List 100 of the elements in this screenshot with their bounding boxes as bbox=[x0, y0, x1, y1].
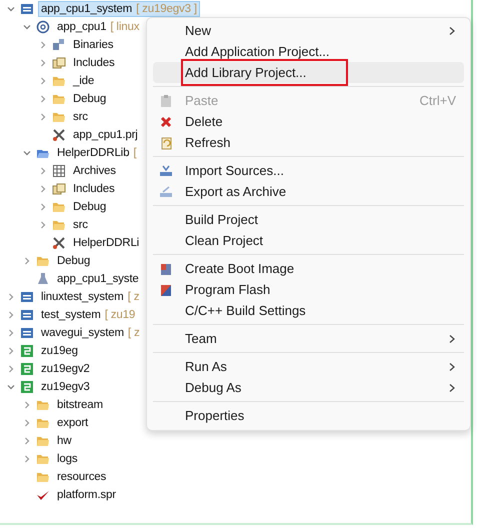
chevron-right-icon[interactable] bbox=[38, 58, 48, 68]
chevron-right-icon[interactable] bbox=[6, 310, 16, 320]
folder-icon bbox=[36, 452, 50, 466]
chevron-right-icon[interactable] bbox=[6, 346, 16, 356]
chevron-right-icon[interactable] bbox=[38, 76, 48, 86]
tree-item[interactable]: app_cpu1 [ linux bbox=[54, 19, 142, 35]
chevron-down-icon[interactable] bbox=[6, 382, 16, 392]
folder-icon bbox=[52, 110, 66, 124]
chevron-right-icon[interactable] bbox=[6, 292, 16, 302]
platform-icon bbox=[20, 344, 34, 358]
system-icon bbox=[20, 308, 34, 322]
includes-icon bbox=[52, 182, 66, 196]
platform-icon bbox=[20, 362, 34, 376]
folder-icon bbox=[36, 416, 50, 430]
tree-item[interactable]: app_cpu1_system [ zu19egv3 ] bbox=[38, 1, 200, 17]
tree-item[interactable]: Includes bbox=[70, 55, 118, 71]
tree-item[interactable]: zu19egv2 bbox=[38, 361, 93, 377]
folder-icon bbox=[52, 74, 66, 88]
tree-item[interactable]: Binaries bbox=[70, 37, 116, 53]
folder-icon bbox=[36, 398, 50, 412]
chevron-right-icon[interactable] bbox=[38, 94, 48, 104]
chevron-right-icon[interactable] bbox=[22, 400, 32, 410]
tree-item[interactable]: src bbox=[70, 217, 91, 233]
binaries-icon bbox=[52, 38, 66, 52]
chevron-right-icon[interactable] bbox=[38, 166, 48, 176]
tree-item[interactable]: app_cpu1_syste bbox=[54, 271, 142, 287]
chevron-right-icon[interactable] bbox=[6, 364, 16, 374]
chevron-down-icon[interactable] bbox=[22, 148, 32, 158]
shortcut-text: Ctrl+V bbox=[420, 93, 456, 108]
flash-icon bbox=[159, 282, 173, 296]
clipboard-icon bbox=[159, 94, 173, 108]
import-icon bbox=[159, 164, 173, 178]
system-icon bbox=[20, 290, 34, 304]
folder-icon bbox=[36, 254, 50, 268]
menu-item[interactable]: Program Flash bbox=[153, 279, 464, 300]
tree-item[interactable]: export bbox=[54, 415, 92, 431]
tree-item[interactable]: src bbox=[70, 109, 91, 125]
tree-item[interactable]: platform.spr bbox=[54, 487, 119, 503]
menu-item[interactable]: Debug As bbox=[153, 377, 464, 398]
tree-item[interactable]: _ide bbox=[70, 73, 98, 89]
tree-item[interactable]: wavegui_system [ z bbox=[38, 325, 143, 341]
menu-item[interactable]: Import Sources... bbox=[153, 160, 464, 181]
menu-item[interactable]: Clean Project bbox=[153, 230, 464, 251]
menu-item[interactable]: Delete bbox=[153, 111, 464, 132]
chevron-right-icon[interactable] bbox=[38, 202, 48, 212]
menu-item[interactable]: Run As bbox=[153, 356, 464, 377]
chevron-down-icon[interactable] bbox=[22, 22, 32, 32]
platform-icon bbox=[20, 380, 34, 394]
chevron-right-icon[interactable] bbox=[6, 328, 16, 338]
chevron-right-icon[interactable] bbox=[38, 184, 48, 194]
tree-item[interactable]: Archives bbox=[70, 163, 119, 179]
menu-item[interactable]: Add Application Project... bbox=[153, 41, 464, 62]
boot-image-icon bbox=[159, 262, 173, 276]
tree-item[interactable]: zu19eg bbox=[38, 343, 81, 359]
tree-item[interactable]: test_system [ zu19 bbox=[38, 307, 138, 323]
includes-icon bbox=[52, 56, 66, 70]
system-icon bbox=[20, 326, 34, 340]
tree-item[interactable]: HelperDDRLi bbox=[70, 235, 142, 251]
menu-item[interactable]: C/C++ Build Settings bbox=[153, 300, 464, 321]
menu-item[interactable]: Add Library Project... bbox=[153, 62, 464, 83]
folder-icon bbox=[52, 218, 66, 232]
chevron-right-icon[interactable] bbox=[22, 436, 32, 446]
tree-item[interactable]: hw bbox=[54, 433, 74, 449]
tree-item[interactable]: logs bbox=[54, 451, 80, 467]
delete-icon bbox=[159, 114, 173, 128]
menu-item[interactable]: Properties bbox=[153, 405, 464, 426]
flask-icon bbox=[36, 272, 50, 286]
refresh-icon bbox=[159, 136, 173, 150]
menu-item[interactable]: New bbox=[153, 20, 464, 41]
archives-icon bbox=[52, 164, 66, 178]
menu-item[interactable]: Build Project bbox=[153, 209, 464, 230]
tree-item[interactable]: Debug bbox=[70, 199, 110, 215]
app-icon bbox=[36, 20, 50, 34]
chevron-down-icon[interactable] bbox=[6, 4, 16, 14]
tree-item[interactable]: zu19egv3 bbox=[38, 379, 93, 395]
chevron-right-icon[interactable] bbox=[22, 418, 32, 428]
menu-item[interactable]: Create Boot Image bbox=[153, 258, 464, 279]
tree-item[interactable]: HelperDDRLib [ bbox=[54, 145, 140, 161]
tool-file-icon bbox=[52, 236, 66, 250]
menu-item[interactable]: Team bbox=[153, 328, 464, 349]
tree-item[interactable]: linuxtest_system [ z bbox=[38, 289, 142, 305]
tree-item[interactable]: app_cpu1.prj bbox=[70, 127, 141, 143]
chevron-right-icon[interactable] bbox=[38, 220, 48, 230]
folder-icon bbox=[36, 434, 50, 448]
tool-file-icon bbox=[52, 128, 66, 142]
chevron-right-icon[interactable] bbox=[38, 112, 48, 122]
tree-item[interactable]: Debug bbox=[54, 253, 94, 269]
folder-icon bbox=[52, 92, 66, 106]
chevron-right-icon[interactable] bbox=[22, 454, 32, 464]
chevron-right-icon[interactable] bbox=[38, 40, 48, 50]
tree-item[interactable]: Includes bbox=[70, 181, 118, 197]
menu-item[interactable]: Export as Archive bbox=[153, 181, 464, 202]
menu-item[interactable]: Refresh bbox=[153, 132, 464, 153]
export-icon bbox=[159, 184, 173, 198]
folder-icon bbox=[52, 200, 66, 214]
chevron-right-icon[interactable] bbox=[22, 256, 32, 266]
check-file-icon bbox=[36, 488, 50, 502]
tree-item[interactable]: resources bbox=[54, 469, 110, 485]
tree-item[interactable]: Debug bbox=[70, 91, 110, 107]
tree-item[interactable]: bitstream bbox=[54, 397, 106, 413]
